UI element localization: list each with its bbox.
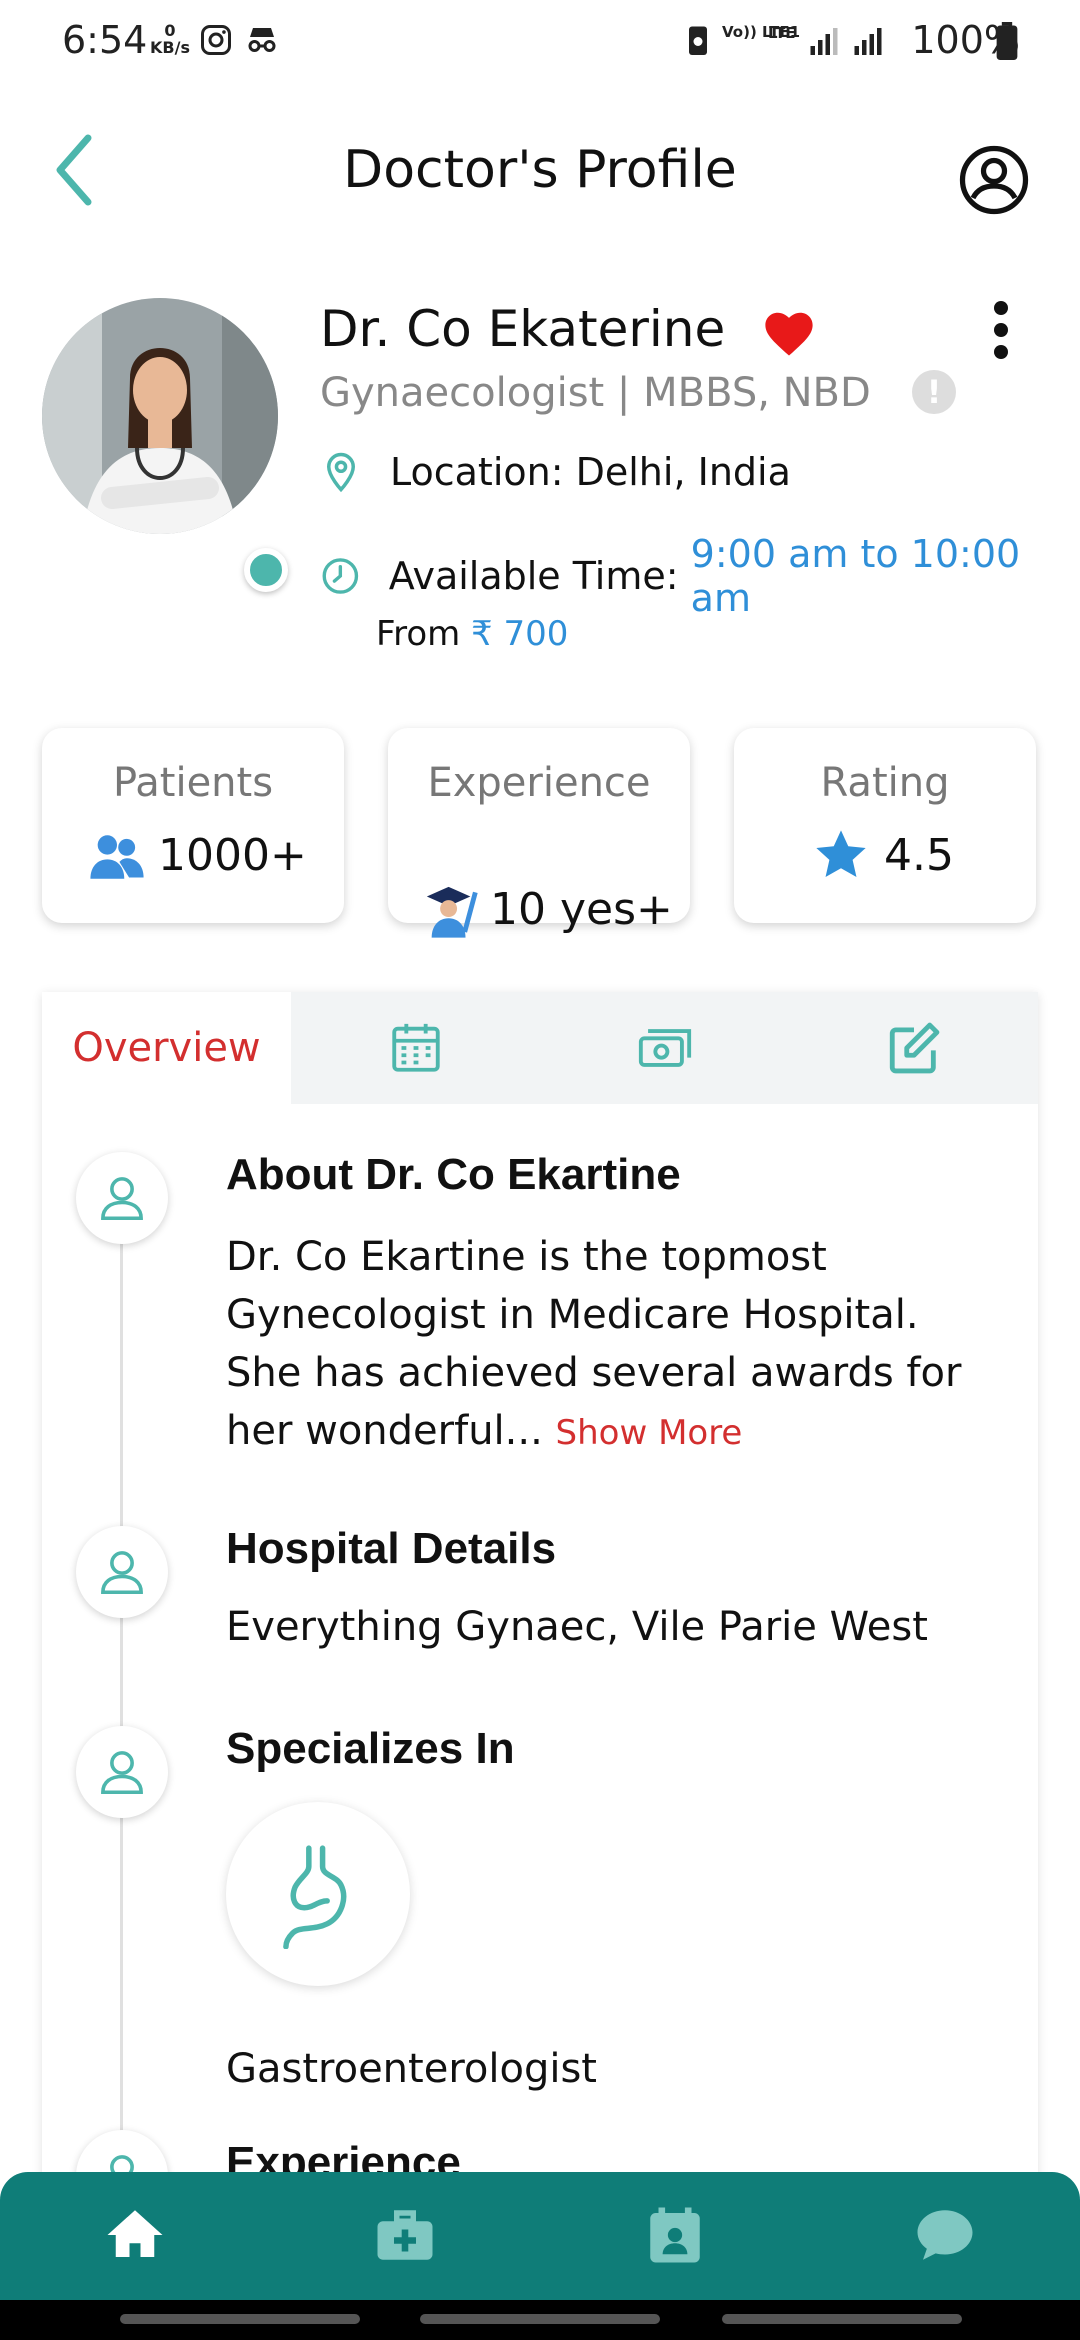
patients-card: Patients 1000+ <box>42 728 344 923</box>
network-label-2: LTE <box>768 24 796 42</box>
stomach-icon <box>283 1845 347 1949</box>
battery-icon <box>996 22 1018 60</box>
tab-reviews[interactable] <box>789 992 1038 1104</box>
experience-label: Experience <box>427 760 651 806</box>
home-handle[interactable] <box>420 2314 660 2324</box>
signal-2-icon <box>854 28 882 55</box>
info-icon[interactable]: ! <box>912 370 956 414</box>
tab-overview-label: Overview <box>72 1025 261 1071</box>
edit-icon <box>889 1022 939 1074</box>
data-saver-icon <box>689 26 707 55</box>
status-bar: 6:54 0 KB/s Vo)) LTE1 LTE 100% <box>0 0 1080 80</box>
show-more-link[interactable]: Show More <box>556 1413 743 1453</box>
time-row: Available Time: 9:00 am to 10:00 am <box>320 532 1080 620</box>
fee-value: ₹ 700 <box>471 614 569 654</box>
hospital-text: Everything Gynaec, Vile Parie West <box>226 1604 928 1650</box>
location-value: Delhi, India <box>575 450 791 494</box>
hospital-section-icon <box>76 1526 168 1618</box>
person-icon <box>101 1177 143 1221</box>
star-icon <box>816 830 866 877</box>
account-circle-icon[interactable] <box>958 144 1030 216</box>
rating-value: 4.5 <box>884 830 954 881</box>
net-speed-unit: KB/s <box>150 38 190 57</box>
profile-tabs: Overview <box>42 992 1038 1104</box>
home-icon[interactable] <box>102 2202 168 2268</box>
location-label: Location: <box>390 450 576 494</box>
status-time: 6:54 <box>62 18 148 62</box>
experience-card: Experience 10 yes+ <box>388 728 690 938</box>
time-label: Available Time: <box>388 554 691 598</box>
tab-schedule[interactable] <box>291 992 540 1104</box>
patients-label: Patients <box>112 760 274 806</box>
hospital-title: Hospital Details <box>226 1524 557 1573</box>
fee-row: From ₹ 700 <box>376 614 568 654</box>
instagram-icon <box>201 25 231 55</box>
net-speed-value: 0 <box>164 21 176 40</box>
doctor-avatar <box>42 298 278 534</box>
tab-overview[interactable]: Overview <box>42 992 291 1104</box>
page-title: Doctor's Profile <box>343 140 737 200</box>
people-icon <box>90 835 144 879</box>
heart-icon[interactable] <box>762 308 816 358</box>
location-pin-icon <box>326 452 356 493</box>
cash-icon <box>638 1029 691 1067</box>
system-nav-bar <box>0 2300 1080 2340</box>
time-value: 9:00 am to 10:00 am <box>690 532 1021 620</box>
graduate-icon <box>426 886 478 938</box>
specializes-title: Specializes In <box>226 1724 515 1773</box>
tab-payments[interactable] <box>540 992 789 1104</box>
patients-value: 1000+ <box>158 830 307 881</box>
incognito-icon <box>248 28 276 52</box>
doctor-specialty: Gynaecologist | MBBS, NBD <box>320 370 871 416</box>
back-handle[interactable] <box>722 2314 962 2324</box>
medkit-icon[interactable] <box>372 2202 438 2268</box>
person-icon <box>101 1751 143 1795</box>
rating-label: Rating <box>820 760 950 806</box>
bottom-nav <box>0 2172 1080 2300</box>
calendar-person-icon[interactable] <box>642 2202 708 2268</box>
specialization-badge[interactable] <box>226 1802 410 1986</box>
more-vert-icon[interactable] <box>990 300 1012 360</box>
profile-panel: Overview About Dr. Co Ekartine Dr. Co Ek… <box>42 992 1038 2222</box>
fee-label: From <box>376 614 472 654</box>
recent-apps-handle[interactable] <box>120 2314 360 2324</box>
experience-value: 10 yes+ <box>490 884 673 935</box>
app-header: Doctor's Profile <box>0 110 1080 230</box>
calendar-icon <box>391 1023 440 1072</box>
timeline-line <box>120 1192 123 2192</box>
specialization-label: Gastroenterologist <box>226 2046 597 2092</box>
about-title: About Dr. Co Ekartine <box>226 1150 681 1199</box>
rating-card: Rating 4.5 <box>734 728 1036 923</box>
chat-icon[interactable] <box>912 2202 978 2268</box>
online-status-dot <box>244 548 288 592</box>
about-section-icon <box>76 1152 168 1244</box>
about-text: Dr. Co Ekartine is the topmost Gynecolog… <box>226 1228 986 1462</box>
specializes-section-icon <box>76 1726 168 1818</box>
clock-icon <box>322 558 359 594</box>
doctor-name: Dr. Co Ekaterine <box>320 300 726 358</box>
signal-1-icon <box>810 28 838 55</box>
net-speed: 0 KB/s <box>150 22 190 56</box>
person-icon <box>101 1551 143 1595</box>
location-row: Location: Delhi, India <box>320 450 791 494</box>
